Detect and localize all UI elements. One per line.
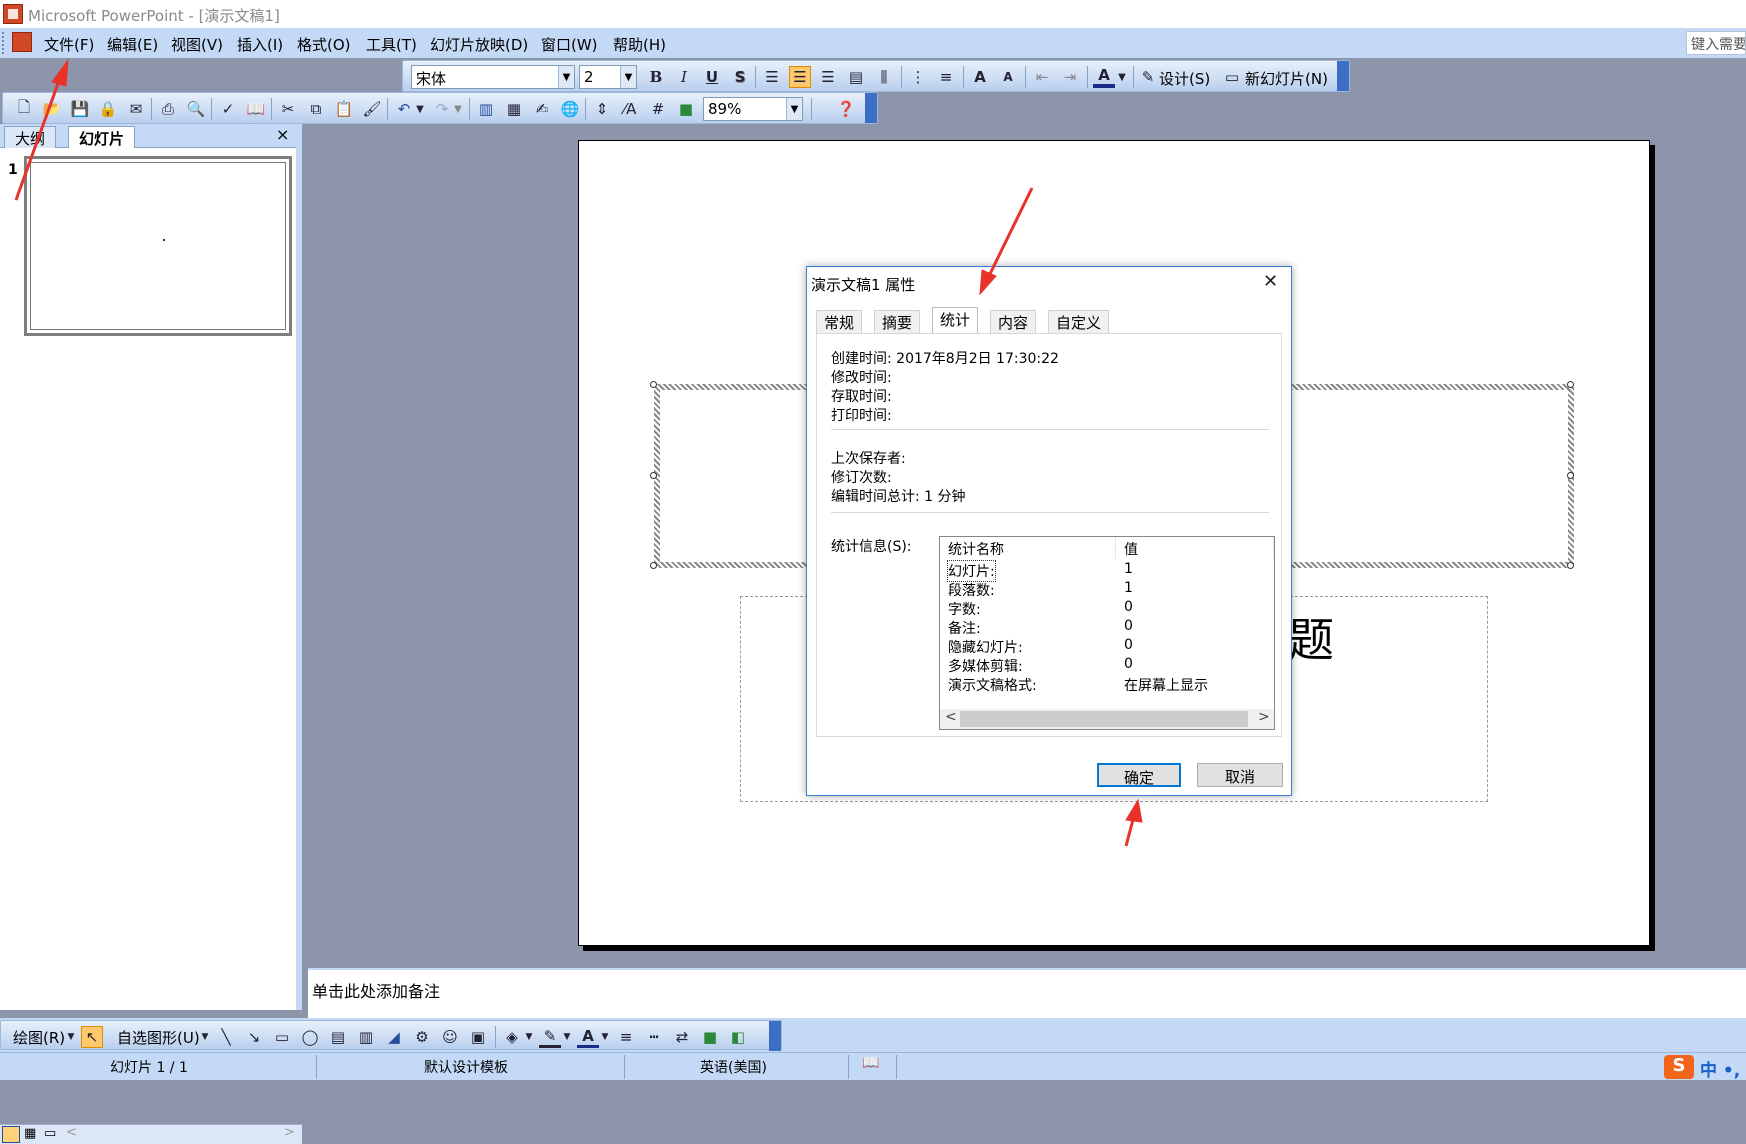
scroll-right-icon[interactable]: > [284,1125,295,1140]
arrow-annotation-statistics-tab [979,187,1034,296]
normal-view-icon[interactable] [2,1126,20,1143]
arrow-annotation-file-menu [14,58,69,201]
annotation-arrows [14,58,1143,847]
slide-sorter-icon[interactable]: ▦ [24,1126,36,1141]
slideshow-view-icon[interactable]: ▭ [44,1126,56,1141]
scroll-left-icon[interactable]: < [66,1125,77,1140]
arrow-annotation-ok-button [1124,798,1143,847]
view-buttons: ▦ ▭ < > [0,1124,302,1144]
